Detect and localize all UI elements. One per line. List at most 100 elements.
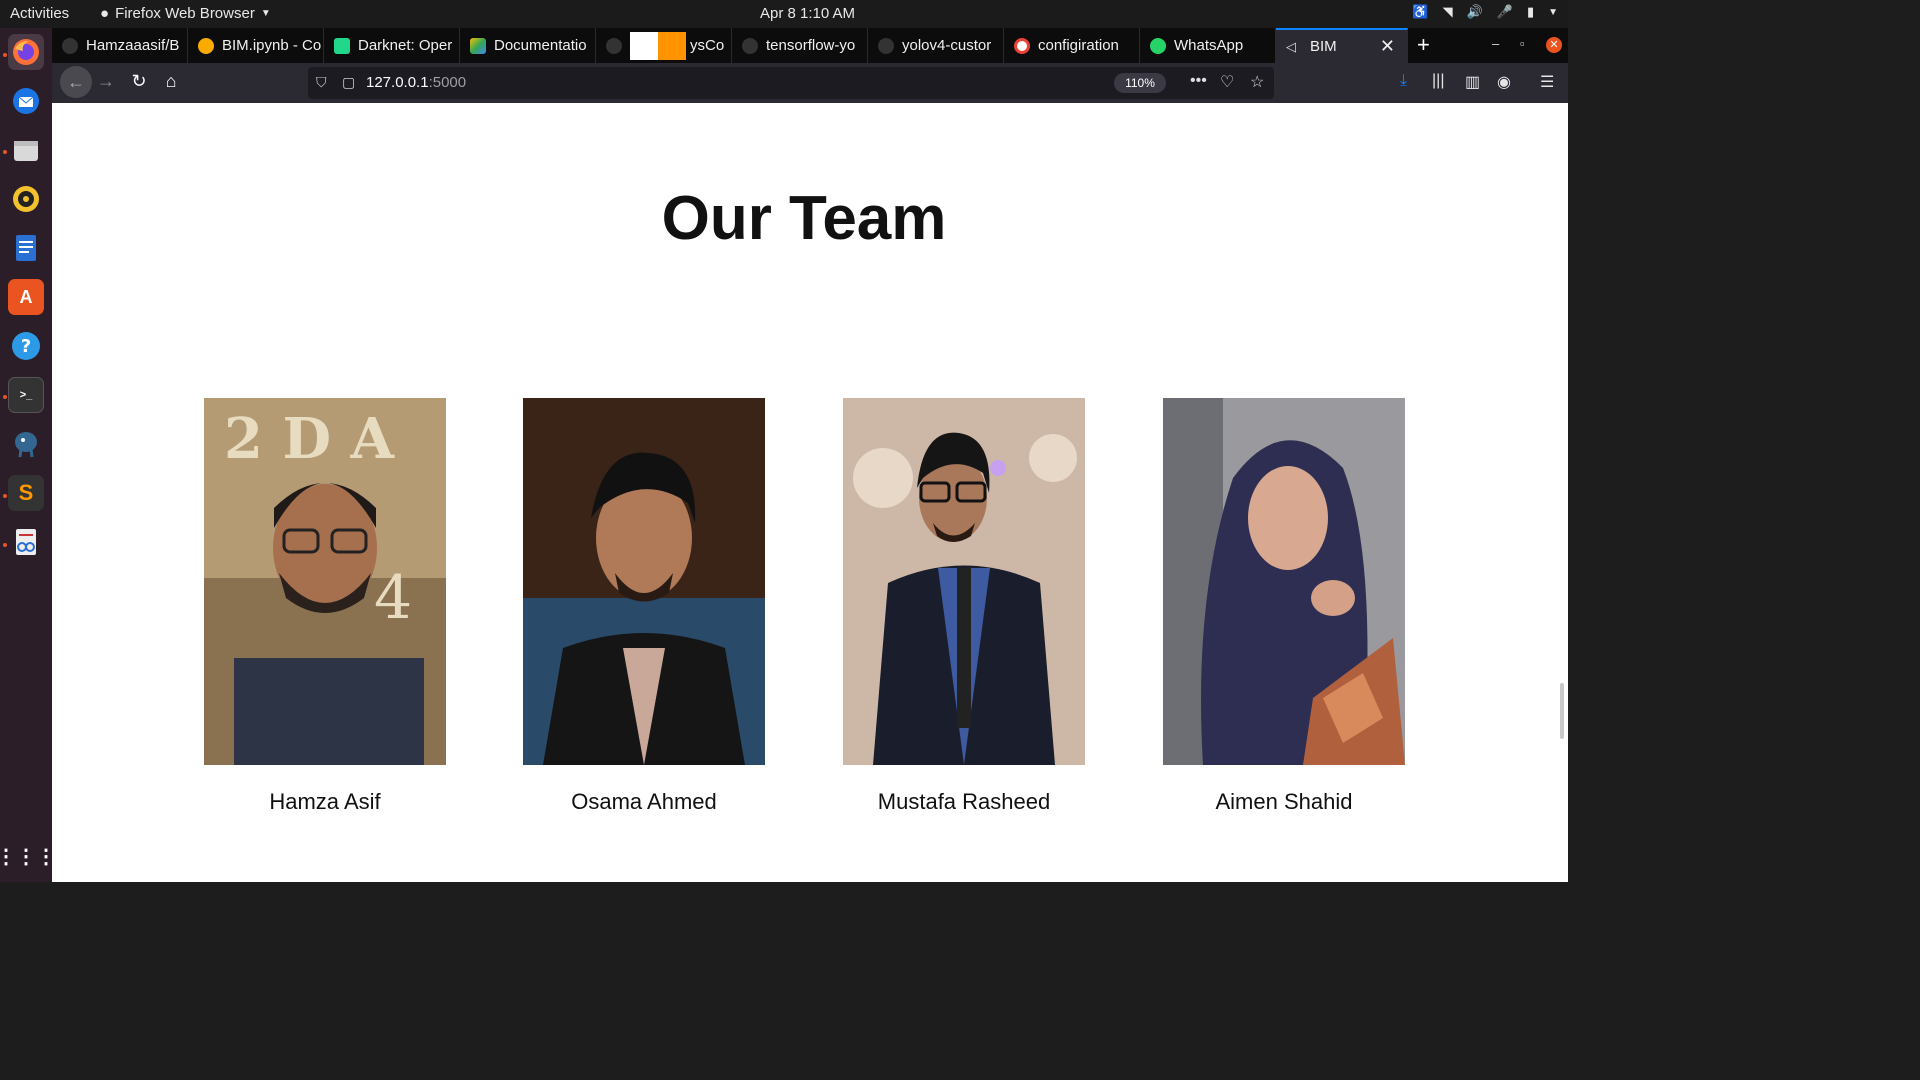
rhythmbox-icon[interactable] [8,181,44,217]
downloads-icon[interactable]: ⤓ [1400,72,1407,90]
google-icon [1014,37,1030,54]
svg-text:4: 4 [374,563,412,633]
member-photo [1163,398,1405,765]
sidebar-icon[interactable]: ▥ [1465,72,1480,92]
member-name: Mustafa Rasheed [877,789,1051,814]
tab-label: Documentatio [494,37,587,54]
tab-bar: Hamzaaasif/B BIM.ipynb - Co Darknet: Ope… [52,28,1568,63]
tab-label: Hamzaaasif/B [86,37,180,54]
activities-button[interactable]: Activities [10,5,69,22]
tab-yolov4-custom[interactable]: yolov4-custor [868,28,1004,63]
show-applications-icon[interactable]: ⋮⋮⋮ [0,838,56,874]
new-tab-button[interactable]: + [1417,32,1430,58]
files-icon[interactable] [8,132,44,168]
running-indicator [3,494,7,498]
system-top-bar: Activities ● Firefox Web Browser ▼ Apr 8… [0,0,1568,28]
firefox-window: Hamzaaasif/B BIM.ipynb - Co Darknet: Ope… [52,28,1568,882]
member-name: Hamza Asif [269,789,381,814]
running-indicator [3,53,7,57]
forward-button[interactable]: → [94,71,118,92]
github-icon [62,37,78,54]
back-button[interactable]: ← [60,66,92,98]
tab-documentation[interactable]: Documentatio [460,28,596,63]
menu-icon[interactable]: ☰ [1540,72,1554,92]
pycharm-icon [334,37,350,54]
team-member-card: Aimen Shahid [1163,398,1405,815]
account-icon[interactable]: ◉ [1497,72,1511,92]
tab-github-ayscoder[interactable]: ysCo [596,28,732,63]
scrollbar-thumb[interactable] [1560,683,1564,739]
url-host: 127.0.0.1 [366,74,429,91]
page-title: Our Team [661,184,947,253]
tracking-protection-shield-icon[interactable]: ⛉ [316,74,327,91]
app-menu[interactable]: ● Firefox Web Browser ▼ [100,5,271,22]
github-icon [742,37,758,54]
github-icon [606,37,622,54]
sublime-text-icon[interactable]: S [8,475,44,511]
document-viewer-icon[interactable] [8,524,44,560]
team-member-card: Osama Ahmed [523,398,765,815]
url-port: :5000 [428,74,467,91]
zoom-indicator[interactable]: 110% [1114,73,1166,93]
clock[interactable]: Apr 8 1:10 AM [760,5,855,22]
battery-icon[interactable]: ▮ [1527,4,1534,20]
running-indicator [3,150,7,154]
tab-colab-bim[interactable]: BIM.ipynb - Co [188,28,324,63]
help-icon[interactable]: ? [8,328,44,364]
tab-tensorflow-yolo[interactable]: tensorflow-yo [732,28,868,63]
ubuntu-software-icon[interactable]: A [8,279,44,315]
member-photo [843,398,1085,765]
url-text[interactable]: 127.0.0.1:5000 [366,74,466,91]
tab-label: tensorflow-yo [766,37,856,54]
running-indicator [3,395,7,399]
page-actions-icon[interactable]: ••• [1190,72,1207,90]
tab-darknet[interactable]: Darknet: Oper [324,28,460,63]
team-member-card: Mustafa Rasheed [843,398,1085,815]
github-icon [878,37,894,54]
maximize-button[interactable]: ▫ [1520,36,1525,51]
tab-configiration[interactable]: configiration [1004,28,1140,63]
page-icon: ◁ [1286,38,1296,54]
libreoffice-writer-icon[interactable] [8,230,44,266]
wifi-icon[interactable]: ◥ [1443,4,1453,20]
tab-whatsapp[interactable]: WhatsApp [1140,28,1276,63]
colab-icon [198,37,214,54]
page-info-icon[interactable]: ▢ [342,74,355,91]
url-bar[interactable]: ⛉ ▢ 127.0.0.1:5000 110% ••• ♡ ☆ [308,67,1274,99]
reload-button[interactable]: ↻ [127,71,151,92]
system-tray[interactable]: ♿ ◥ 🔊 🎤 ▮ ▼ [1412,4,1558,20]
tab-bim-active[interactable]: ◁ BIM ✕ [1276,28,1408,63]
minimize-button[interactable]: – [1492,36,1499,51]
member-photo [523,398,765,765]
tab-label: BIM [1310,38,1337,55]
terminal-icon[interactable]: >_ [8,377,44,413]
window-close-button[interactable]: ✕ [1546,37,1562,53]
svg-text:2 D A: 2 D A [224,406,396,472]
library-icon[interactable]: ||| [1432,72,1444,90]
firefox-icon[interactable] [8,34,44,70]
tab-label: ysCo [690,37,725,54]
tab-label: Darknet: Oper [358,37,453,54]
close-tab-icon[interactable]: ✕ [1380,36,1395,57]
member-photo: 2 D A 4 [204,398,446,765]
tab-label: WhatsApp [1174,37,1244,54]
navigation-toolbar: ← → ↻ ⌂ ⛉ ▢ 127.0.0.1:5000 110% ••• ♡ ☆ … [52,63,1568,103]
chevron-down-icon: ▼ [260,8,271,19]
pocket-icon[interactable]: ♡ [1220,72,1234,92]
thunderbird-icon[interactable] [8,83,44,119]
home-button[interactable]: ⌂ [159,71,183,92]
pgadmin-icon[interactable] [8,426,44,462]
running-indicator [3,543,7,547]
whatsapp-icon [1150,37,1166,54]
microphone-icon[interactable]: 🎤 [1497,4,1513,20]
tab-label: BIM.ipynb - Co [222,37,322,54]
svg-text:?: ? [21,336,31,357]
page-content: Our Team 2 D A 4 Hamza Asif Osama Ahmed … [52,103,1568,882]
chevron-down-icon[interactable]: ▼ [1548,7,1558,18]
tab-github-hamzaaasif[interactable]: Hamzaaasif/B [52,28,188,63]
bookmark-star-icon[interactable]: ☆ [1250,72,1264,92]
member-name: Osama Ahmed [571,789,717,814]
volume-icon[interactable]: 🔊 [1467,4,1483,20]
accessibility-icon[interactable]: ♿ [1412,4,1428,20]
firefox-sharing-indicator [630,31,686,60]
